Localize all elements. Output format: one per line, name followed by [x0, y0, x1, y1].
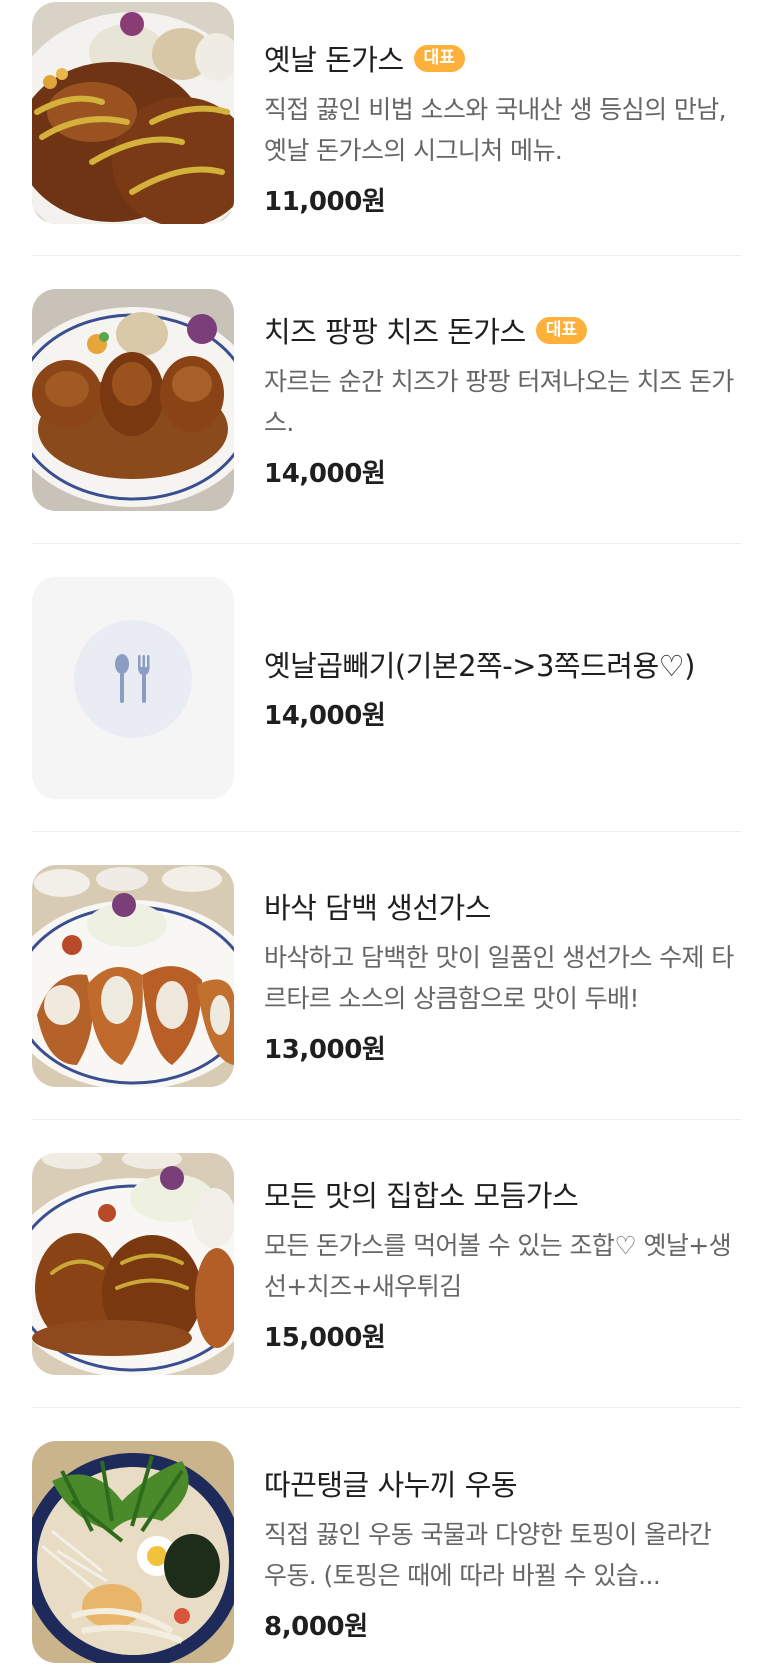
- menu-item-name-row: 옛날곱빼기(기본2쪽->3쪽드려용♡): [264, 643, 741, 685]
- menu-item-info: 옛날 돈가스 대표 직접 끓인 비법 소스와 국내산 생 등심의 만남, 옛날 …: [264, 37, 741, 218]
- menu-item-description: 직접 끓인 비법 소스와 국내산 생 등심의 만남, 옛날 돈가스의 시그니처 …: [264, 95, 727, 165]
- menu-item-description: 바삭하고 담백한 맛이 일품인 생선가스 수제 타르타르 소스의 상큼함으로 맛…: [264, 943, 734, 1013]
- signature-badge: 대표: [413, 44, 465, 72]
- fish-cutlet-plate-image: [32, 864, 234, 1087]
- menu-item-price: 8,000원: [264, 1611, 368, 1642]
- menu-item-name-row: 치즈 팡팡 치즈 돈가스 대표: [264, 309, 741, 351]
- menu-item-name: 옛날 돈가스: [264, 43, 404, 77]
- menu-item-name: 바삭 담백 생선가스: [264, 891, 491, 925]
- menu-item-price: 14,000원: [264, 701, 386, 731]
- menu-item-price: 11,000원: [264, 187, 386, 217]
- cutlet-with-mustard-sauce-image: [32, 1, 234, 224]
- signature-badge: 대표: [535, 316, 588, 344]
- menu-item-name-row: 옛날 돈가스 대표: [264, 37, 741, 79]
- menu-item-double-portion[interactable]: 옛날곱빼기(기본2쪽->3쪽드려용♡) 14,000원: [32, 544, 741, 832]
- menu-item-photo: [32, 288, 234, 511]
- menu-item-photo-placeholder: [32, 576, 234, 799]
- menu-item-photo: [32, 1441, 234, 1663]
- placeholder-circle: [74, 619, 192, 738]
- menu-item-cheese-cutlet[interactable]: 치즈 팡팡 치즈 돈가스 대표 자르는 순간 치즈가 팡팡 터져나오는 치즈 돈…: [32, 256, 741, 544]
- menu-item-name-row: 모든 맛의 집합소 모듬가스: [264, 1173, 741, 1215]
- menu-item-description: 직접 끓인 우동 국물과 다양한 토핑이 올라간 우동. (토핑은 때에 따라 …: [264, 1519, 712, 1590]
- menu-item-fish-cutlet[interactable]: 바삭 담백 생선가스 바삭하고 담백한 맛이 일품인 생선가스 수제 타르타르 …: [32, 832, 741, 1120]
- cheese-cutlet-plate-image: [32, 288, 234, 511]
- menu-item-name: 모든 맛의 집합소 모듬가스: [264, 1179, 579, 1213]
- menu-item-name: 따끈탱글 사누끼 우동: [264, 1467, 518, 1502]
- menu-item-combo-cutlet[interactable]: 모든 맛의 집합소 모듬가스 모든 돈가스를 먹어볼 수 있는 조합♡ 옛날+생…: [32, 1120, 741, 1408]
- menu-item-price: 15,000원: [264, 1323, 386, 1353]
- combo-cutlet-plate-image: [32, 1152, 234, 1375]
- menu-item-info: 모든 맛의 집합소 모듬가스 모든 돈가스를 먹어볼 수 있는 조합♡ 옛날+생…: [264, 1173, 741, 1354]
- menu-item-name: 옛날곱빼기(기본2쪽->3쪽드려용♡): [264, 649, 695, 683]
- menu-item-old-style-cutlet[interactable]: 옛날 돈가스 대표 직접 끓인 비법 소스와 국내산 생 등심의 만남, 옛날 …: [32, 0, 741, 256]
- menu-item-sanuki-udon[interactable]: 따끈탱글 사누끼 우동 직접 끓인 우동 국물과 다양한 토핑이 올라간 우동.…: [32, 1408, 741, 1669]
- menu-item-price: 13,000원: [264, 1035, 386, 1065]
- menu-item-name-row: 바삭 담백 생선가스: [264, 885, 741, 927]
- menu-item-info: 치즈 팡팡 치즈 돈가스 대표 자르는 순간 치즈가 팡팡 터져나오는 치즈 돈…: [264, 309, 741, 490]
- menu-item-name: 치즈 팡팡 치즈 돈가스: [264, 315, 526, 349]
- menu-item-info: 바삭 담백 생선가스 바삭하고 담백한 맛이 일품인 생선가스 수제 타르타르 …: [264, 885, 741, 1066]
- udon-bowl-image: [32, 1441, 234, 1663]
- menu-item-photo: [32, 1152, 234, 1375]
- menu-item-description: 모든 돈가스를 먹어볼 수 있는 조합♡ 옛날+생선+치즈+새우튀김: [264, 1231, 732, 1301]
- utensils-icon: [115, 653, 150, 703]
- menu-item-photo: [32, 1, 234, 224]
- menu-item-photo: [32, 864, 234, 1087]
- menu-item-name-row: 따끈탱글 사누끼 우동: [264, 1462, 741, 1504]
- menu-item-info: 따끈탱글 사누끼 우동 직접 끓인 우동 국물과 다양한 토핑이 올라간 우동.…: [264, 1462, 741, 1643]
- menu-item-info: 옛날곱빼기(기본2쪽->3쪽드려용♡) 14,000원: [264, 643, 741, 732]
- menu-item-description: 자르는 순간 치즈가 팡팡 터져나오는 치즈 돈가스.: [264, 367, 734, 437]
- menu-list: 옛날 돈가스 대표 직접 끓인 비법 소스와 국내산 생 등심의 만남, 옛날 …: [0, 0, 773, 1669]
- menu-item-price: 14,000원: [264, 459, 386, 489]
